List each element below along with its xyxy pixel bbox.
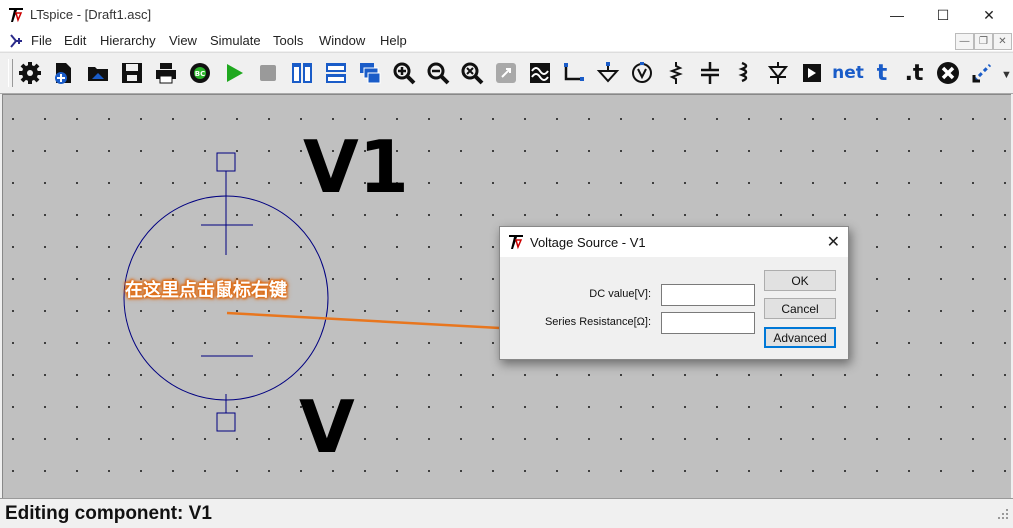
toolbar-overflow-icon[interactable]: ▼ (1001, 69, 1012, 81)
minimize-button[interactable]: — (874, 0, 920, 30)
menu-simulate[interactable]: Simulate (210, 33, 261, 48)
cascade-icon[interactable] (358, 61, 382, 85)
new-schematic-icon[interactable] (52, 61, 76, 85)
fft-icon[interactable] (528, 61, 552, 85)
ground-icon[interactable] (596, 61, 620, 85)
menu-window[interactable]: Window (319, 33, 365, 48)
component-value-label[interactable]: V (299, 391, 355, 463)
save-icon[interactable] (120, 61, 144, 85)
print-icon[interactable] (154, 61, 178, 85)
diode-icon[interactable] (766, 61, 790, 85)
ok-button[interactable]: OK (764, 270, 836, 291)
zoom-in-icon[interactable] (392, 61, 416, 85)
label-net-icon[interactable] (630, 61, 654, 85)
voltage-source-dialog: Voltage Source - V1 ✕ DC value[V]: Serie… (499, 226, 849, 360)
delete-icon[interactable] (936, 61, 960, 85)
toolbar-grip[interactable] (8, 59, 13, 87)
status-bar: Editing component: V1 (0, 498, 1013, 528)
resize-grip-icon[interactable] (997, 507, 1009, 525)
zoom-out-icon[interactable] (426, 61, 450, 85)
toolbar: BC net t .t ▼ (0, 52, 1013, 94)
svg-text:BC: BC (195, 70, 205, 78)
menu-edit[interactable]: Edit (64, 33, 86, 48)
inductor-icon[interactable] (732, 61, 756, 85)
annotation: 在这里点击鼠标右键 (125, 276, 287, 302)
dc-value-field[interactable] (661, 284, 755, 306)
menu-hierarchy[interactable]: Hierarchy (100, 33, 156, 48)
ltspice-logo-icon (508, 234, 524, 255)
status-text: Editing component: V1 (5, 503, 212, 524)
window-title: LTspice - [Draft1.asc] (30, 7, 152, 22)
netlist-icon[interactable]: net (832, 61, 864, 85)
menu-help[interactable]: Help (380, 33, 407, 48)
cancel-button[interactable]: Cancel (764, 298, 836, 319)
mdi-minimize-button[interactable]: — (955, 33, 974, 50)
menu-view[interactable]: View (169, 33, 197, 48)
menu-file[interactable]: File (31, 33, 52, 48)
dialog-title: Voltage Source - V1 (530, 235, 646, 250)
menu-tools[interactable]: Tools (273, 33, 303, 48)
title-bar: LTspice - [Draft1.asc] — ☐ ✕ (0, 0, 1013, 30)
menu-bar: File Edit Hierarchy View Simulate Tools … (0, 30, 1013, 51)
tile-horizontal-icon[interactable] (324, 61, 348, 85)
spice-directive-icon[interactable]: .t (902, 61, 926, 86)
series-resistance-field[interactable] (661, 312, 755, 334)
ltspice-logo-icon (8, 7, 24, 28)
component-name-label[interactable]: V1 (303, 131, 409, 203)
tile-vertical-icon[interactable] (290, 61, 314, 85)
series-resistance-label: Series Resistance[Ω]: (544, 316, 651, 328)
run-icon[interactable] (222, 61, 246, 85)
open-icon[interactable] (86, 61, 110, 85)
schematic-doc-icon[interactable] (8, 33, 24, 54)
dc-value-label: DC value[V]: (589, 288, 651, 300)
advanced-button[interactable]: Advanced (764, 327, 836, 348)
mdi-restore-button[interactable]: ❐ (974, 33, 993, 50)
more-icon[interactable] (970, 61, 994, 85)
capacitor-icon[interactable] (698, 61, 722, 85)
component-icon[interactable] (800, 61, 824, 85)
wire-icon[interactable] (562, 61, 586, 85)
resistor-icon[interactable] (664, 61, 688, 85)
stop-icon[interactable] (256, 61, 280, 85)
annotation-text: 在这里点击鼠标右键 (125, 280, 287, 300)
zoom-fit-icon[interactable] (460, 61, 484, 85)
text-icon[interactable]: t (870, 61, 894, 86)
mdi-close-button[interactable]: ✕ (993, 33, 1012, 50)
close-button[interactable]: ✕ (966, 0, 1012, 30)
gear-icon[interactable] (18, 61, 42, 85)
dialog-close-button[interactable]: ✕ (827, 232, 840, 252)
control-panel-icon[interactable]: BC (188, 61, 212, 85)
maximize-button[interactable]: ☐ (920, 0, 966, 30)
autorange-icon[interactable] (494, 61, 518, 85)
dialog-title-bar: Voltage Source - V1 ✕ (500, 227, 848, 257)
